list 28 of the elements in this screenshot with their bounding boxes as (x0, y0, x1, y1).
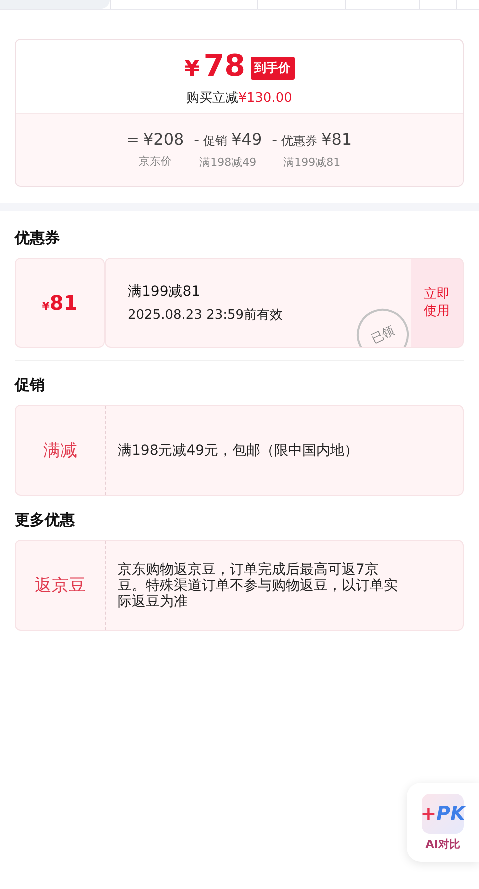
promo-tag: 返京豆 (16, 541, 106, 630)
operator-sign: - (194, 131, 200, 149)
ai-compare-label[interactable]: AI对比 (426, 836, 460, 852)
promo-text: 满198元减49元，包邮（限中国内地） (118, 442, 359, 458)
operator-sign: = (126, 131, 140, 149)
price-value: ¥208 (143, 130, 184, 149)
saving-text: 购买立减¥130.00 (186, 90, 292, 107)
section-title: 更多优惠 (14, 510, 76, 530)
coupon-amount: ¥81 (42, 291, 78, 315)
section-title: 促销 (14, 375, 46, 395)
price-caption: 满198减49 (200, 155, 257, 170)
price-value: ¥49 (232, 130, 262, 149)
coupon-title: 满199减81 (128, 282, 202, 300)
price-value: ¥81 (322, 130, 352, 149)
price-tag: 到手价 (250, 57, 295, 80)
promo-tag: 满减 (16, 406, 106, 495)
price-caption: 京东价 (139, 154, 172, 169)
coupon-validity: 2025.08.23 23:59前有效 (128, 306, 284, 324)
search-bar[interactable] (0, 0, 110, 9)
operator-sign: - (272, 131, 278, 149)
price-caption: 满199减81 (284, 155, 341, 170)
pk-logo[interactable]: +PK (422, 794, 464, 834)
price-label: 优惠券 (282, 133, 318, 150)
promo-text: 京东购物返京豆，订单完成后最高可返7京豆。特殊渠道订单不参与购物返豆，以订单实际返豆为准 (118, 562, 399, 610)
section-title: 优惠券 (14, 228, 61, 248)
price-label: 促销 (204, 133, 228, 150)
final-price: ¥78 (184, 50, 246, 86)
use-now-button[interactable]: 立即使用 (411, 258, 464, 348)
